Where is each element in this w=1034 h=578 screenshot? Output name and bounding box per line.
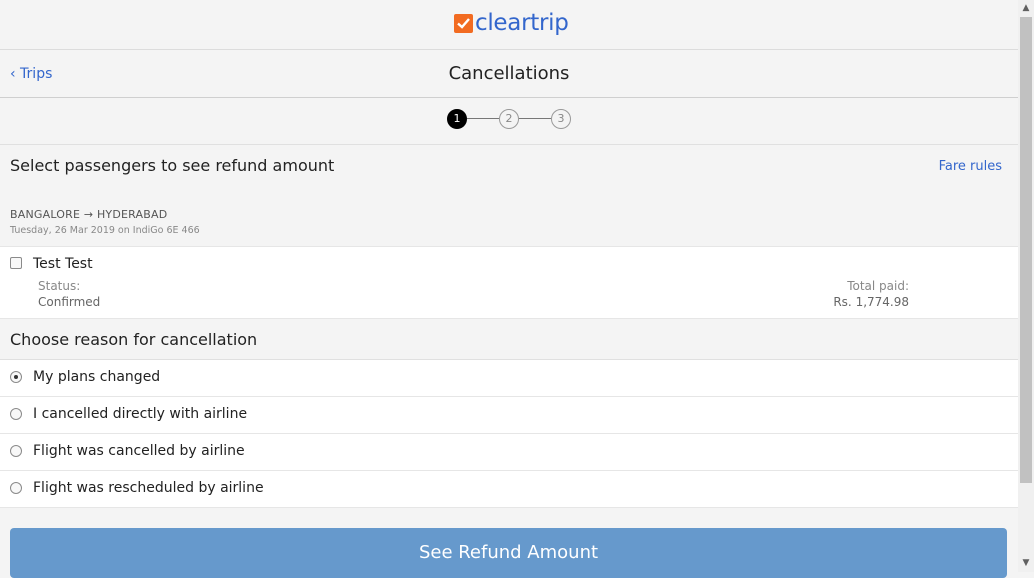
select-passengers-heading: Select passengers to see refund amount xyxy=(10,156,335,175)
scroll-thumb[interactable] xyxy=(1020,17,1032,483)
reason-list: My plans changed I cancelled directly wi… xyxy=(0,359,1018,508)
flight-details: Tuesday, 26 Mar 2019 on IndiGo 6E 466 xyxy=(10,225,200,236)
step-2: 2 xyxy=(499,109,519,129)
status-label: Status: xyxy=(38,279,81,293)
reason-option-cancelled-with-airline[interactable]: I cancelled directly with airline xyxy=(0,397,1018,434)
status-value: Confirmed xyxy=(38,295,101,309)
passenger-name: Test Test xyxy=(33,256,93,272)
progress-stepper: 1 2 3 xyxy=(0,98,1018,145)
scroll-down-arrow-icon[interactable]: ▼ xyxy=(1018,555,1034,572)
step-connector xyxy=(519,118,551,119)
reason-option-rescheduled-by-airline[interactable]: Flight was rescheduled by airline xyxy=(0,471,1018,508)
reason-label: My plans changed xyxy=(33,369,161,385)
cleartrip-logo[interactable]: cleartrip xyxy=(454,9,569,37)
passenger-row: Test Test Status: Confirmed Total paid: … xyxy=(0,246,1018,319)
page: cleartrip ‹ Trips Cancellations 1 2 3 Se… xyxy=(0,0,1018,578)
reason-label: Flight was rescheduled by airline xyxy=(33,480,264,496)
checkmark-logo-icon xyxy=(454,13,473,33)
flight-route: BANGALORE → HYDERABAD xyxy=(10,208,168,221)
reason-label: Flight was cancelled by airline xyxy=(33,443,245,459)
see-refund-amount-button[interactable]: See Refund Amount xyxy=(10,528,1007,578)
page-title: Cancellations xyxy=(448,63,570,84)
reason-option-cancelled-by-airline[interactable]: Flight was cancelled by airline xyxy=(0,434,1018,471)
navbar: ‹ Trips Cancellations xyxy=(0,50,1018,98)
fare-rules-link[interactable]: Fare rules xyxy=(939,159,1002,174)
reason-label: I cancelled directly with airline xyxy=(33,406,248,422)
vertical-scrollbar[interactable]: ▲ ▼ xyxy=(1018,0,1034,572)
passenger-checkbox[interactable] xyxy=(10,257,22,269)
total-paid-label: Total paid: xyxy=(847,279,909,293)
reason-option-plans-changed[interactable]: My plans changed xyxy=(0,360,1018,397)
total-paid-value: Rs. 1,774.98 xyxy=(833,295,909,309)
reason-radio[interactable] xyxy=(10,445,22,457)
cancellation-reason-heading: Choose reason for cancellation xyxy=(10,330,258,349)
step-1: 1 xyxy=(447,109,467,129)
reason-radio[interactable] xyxy=(10,408,22,420)
step-3: 3 xyxy=(551,109,571,129)
reason-radio[interactable] xyxy=(10,482,22,494)
reason-radio[interactable] xyxy=(10,371,22,383)
step-connector xyxy=(467,118,499,119)
scroll-up-arrow-icon[interactable]: ▲ xyxy=(1018,0,1034,17)
brand-header: cleartrip xyxy=(0,0,1018,50)
logo-text: cleartrip xyxy=(475,10,569,36)
